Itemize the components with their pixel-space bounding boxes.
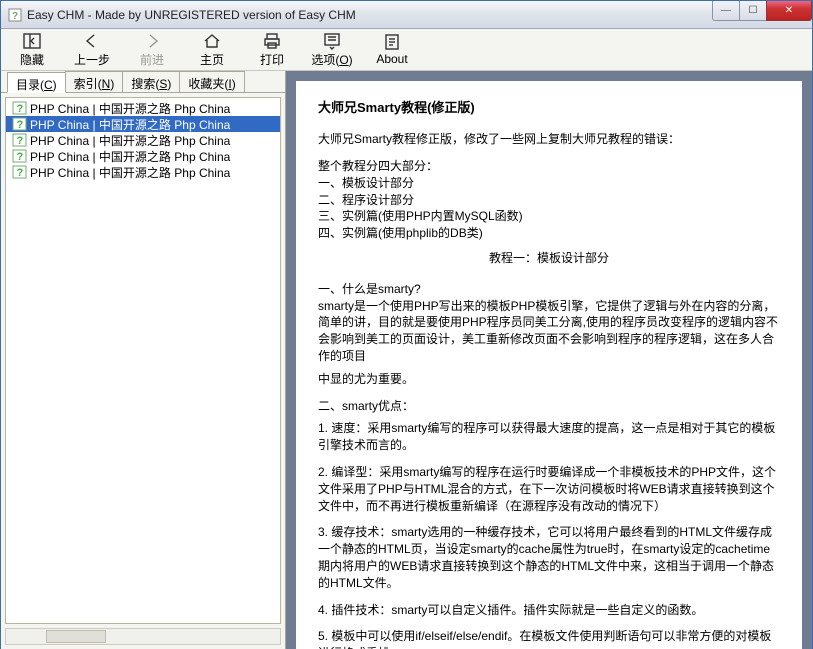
s1-heading: 一、什么是smarty?: [318, 281, 780, 298]
svg-text:?: ?: [12, 11, 18, 22]
svg-text:?: ?: [17, 151, 24, 163]
doc-title: 大师兄Smarty教程(修正版): [318, 99, 780, 117]
document-page: 大师兄Smarty教程(修正版) 大师兄Smarty教程修正版，修改了一些网上复…: [296, 81, 802, 649]
s1-body: smarty是一个使用PHP写出来的模板PHP模板引擎，它提供了逻辑与外在内容的…: [318, 298, 780, 365]
s2-item: 1. 速度：采用smarty编写的程序可以获得最大速度的提高，这一点是相对于其它…: [318, 420, 780, 454]
titlebar: ? Easy CHM - Made by UNREGISTERED versio…: [1, 1, 812, 29]
toolbar-label: About: [376, 52, 407, 66]
tree-item-label: PHP China | 中国开源之路 Php China: [30, 164, 230, 180]
s1-cont: 中显的尤为重要。: [318, 371, 780, 388]
parts-heading: 整个教程分四大部分：: [318, 158, 780, 175]
toolbar-label: 选项(O): [311, 51, 352, 68]
section-2: 二、smarty优点：: [318, 398, 780, 415]
horizontal-scrollbar[interactable]: [5, 628, 281, 645]
toolbar-label: 上一步: [74, 51, 110, 68]
sidebar-tabs: 目录(C)索引(N)搜索(S)收藏夹(I): [1, 71, 285, 93]
window-title: Easy CHM - Made by UNREGISTERED version …: [27, 8, 713, 22]
doc-intro: 大师兄Smarty教程修正版，修改了一些网上复制大师兄教程的错误：: [318, 131, 780, 148]
help-page-icon: ?: [12, 117, 28, 131]
toolbar-label: 前进: [140, 51, 164, 68]
s2-item: 2. 编译型：采用smarty编写的程序在运行时要编译成一个非模板技术的PHP文…: [318, 464, 780, 514]
tab-search[interactable]: 搜索(S): [122, 71, 180, 92]
svg-text:?: ?: [17, 119, 24, 131]
svg-text:?: ?: [17, 167, 24, 179]
toolbar-label: 隐藏: [20, 51, 44, 68]
toolbar: 隐藏 上一步 前进 主页 打印 选项(O) About: [1, 29, 812, 71]
help-page-icon: ?: [12, 149, 28, 163]
window-controls: — ☐ ✕: [713, 1, 812, 21]
s2-heading: 二、smarty优点：: [318, 398, 780, 415]
tree-item-label: PHP China | 中国开源之路 Php China: [30, 116, 230, 132]
toolbar-options-button[interactable]: 选项(O): [307, 30, 357, 70]
toolbar-label: 打印: [260, 51, 284, 68]
print-icon: [262, 32, 282, 50]
tree-item[interactable]: ? PHP China | 中国开源之路 Php China: [6, 132, 280, 148]
scrollbar-thumb[interactable]: [46, 630, 106, 643]
chapter-title: 教程一：模板设计部分: [318, 250, 780, 267]
tab-contents[interactable]: 目录(C): [7, 72, 66, 93]
back-icon: [82, 32, 102, 50]
tree-item-label: PHP China | 中国开源之路 Php China: [30, 132, 230, 148]
toolbar-label: 主页: [200, 51, 224, 68]
part-item: 二、程序设计部分: [318, 192, 780, 209]
toolbar-home-button[interactable]: 主页: [187, 30, 237, 70]
section-1: 一、什么是smarty? smarty是一个使用PHP写出来的模板PHP模板引擎…: [318, 281, 780, 365]
close-button[interactable]: ✕: [766, 1, 812, 21]
toolbar-about-button[interactable]: About: [367, 30, 417, 70]
tree-item[interactable]: ? PHP China | 中国开源之路 Php China: [6, 164, 280, 180]
app-icon: ?: [7, 7, 23, 23]
help-page-icon: ?: [12, 165, 28, 179]
hide-icon: [22, 32, 42, 50]
forward-icon: [142, 32, 162, 50]
tree-item[interactable]: ? PHP China | 中国开源之路 Php China: [6, 116, 280, 132]
part-item: 四、实例篇(使用phplib的DB类): [318, 225, 780, 242]
parts-block: 整个教程分四大部分： 一、模板设计部分 二、程序设计部分 三、实例篇(使用PHP…: [318, 158, 780, 242]
home-icon: [202, 32, 222, 50]
tab-index[interactable]: 索引(N): [65, 71, 124, 92]
part-item: 一、模板设计部分: [318, 175, 780, 192]
tree-item-label: PHP China | 中国开源之路 Php China: [30, 100, 230, 116]
toolbar-hide-button[interactable]: 隐藏: [7, 30, 57, 70]
maximize-button[interactable]: ☐: [739, 1, 767, 21]
tree-item-label: PHP China | 中国开源之路 Php China: [30, 148, 230, 164]
minimize-button[interactable]: —: [712, 1, 740, 21]
part-item: 三、实例篇(使用PHP内置MySQL函数): [318, 208, 780, 225]
contents-tree[interactable]: ? PHP China | 中国开源之路 Php China? PHP China …: [5, 97, 281, 624]
s2-item: 5. 模板中可以使用if/elseif/else/endif。在模板文件使用判断…: [318, 628, 780, 649]
tree-item[interactable]: ? PHP China | 中国开源之路 Php China: [6, 100, 280, 116]
main-area: 目录(C)索引(N)搜索(S)收藏夹(I) ? PHP China | 中国开源之…: [1, 71, 812, 649]
options-icon: [322, 32, 342, 50]
s2-item: 4. 插件技术：smarty可以自定义插件。插件实际就是一些自定义的函数。: [318, 602, 780, 619]
svg-text:?: ?: [17, 135, 24, 147]
help-page-icon: ?: [12, 133, 28, 147]
toolbar-print-button[interactable]: 打印: [247, 30, 297, 70]
tab-favorites[interactable]: 收藏夹(I): [179, 71, 244, 92]
toolbar-forward-button: 前进: [127, 30, 177, 70]
content-viewport: 大师兄Smarty教程(修正版) 大师兄Smarty教程修正版，修改了一些网上复…: [286, 71, 812, 649]
tree-item[interactable]: ? PHP China | 中国开源之路 Php China: [6, 148, 280, 164]
help-page-icon: ?: [12, 101, 28, 115]
s2-item: 3. 缓存技术：smarty选用的一种缓存技术，它可以将用户最终看到的HTML文…: [318, 524, 780, 591]
toolbar-back-button[interactable]: 上一步: [67, 30, 117, 70]
about-icon: [382, 33, 402, 51]
svg-text:?: ?: [17, 103, 24, 115]
sidebar: 目录(C)索引(N)搜索(S)收藏夹(I) ? PHP China | 中国开源之…: [1, 71, 286, 649]
